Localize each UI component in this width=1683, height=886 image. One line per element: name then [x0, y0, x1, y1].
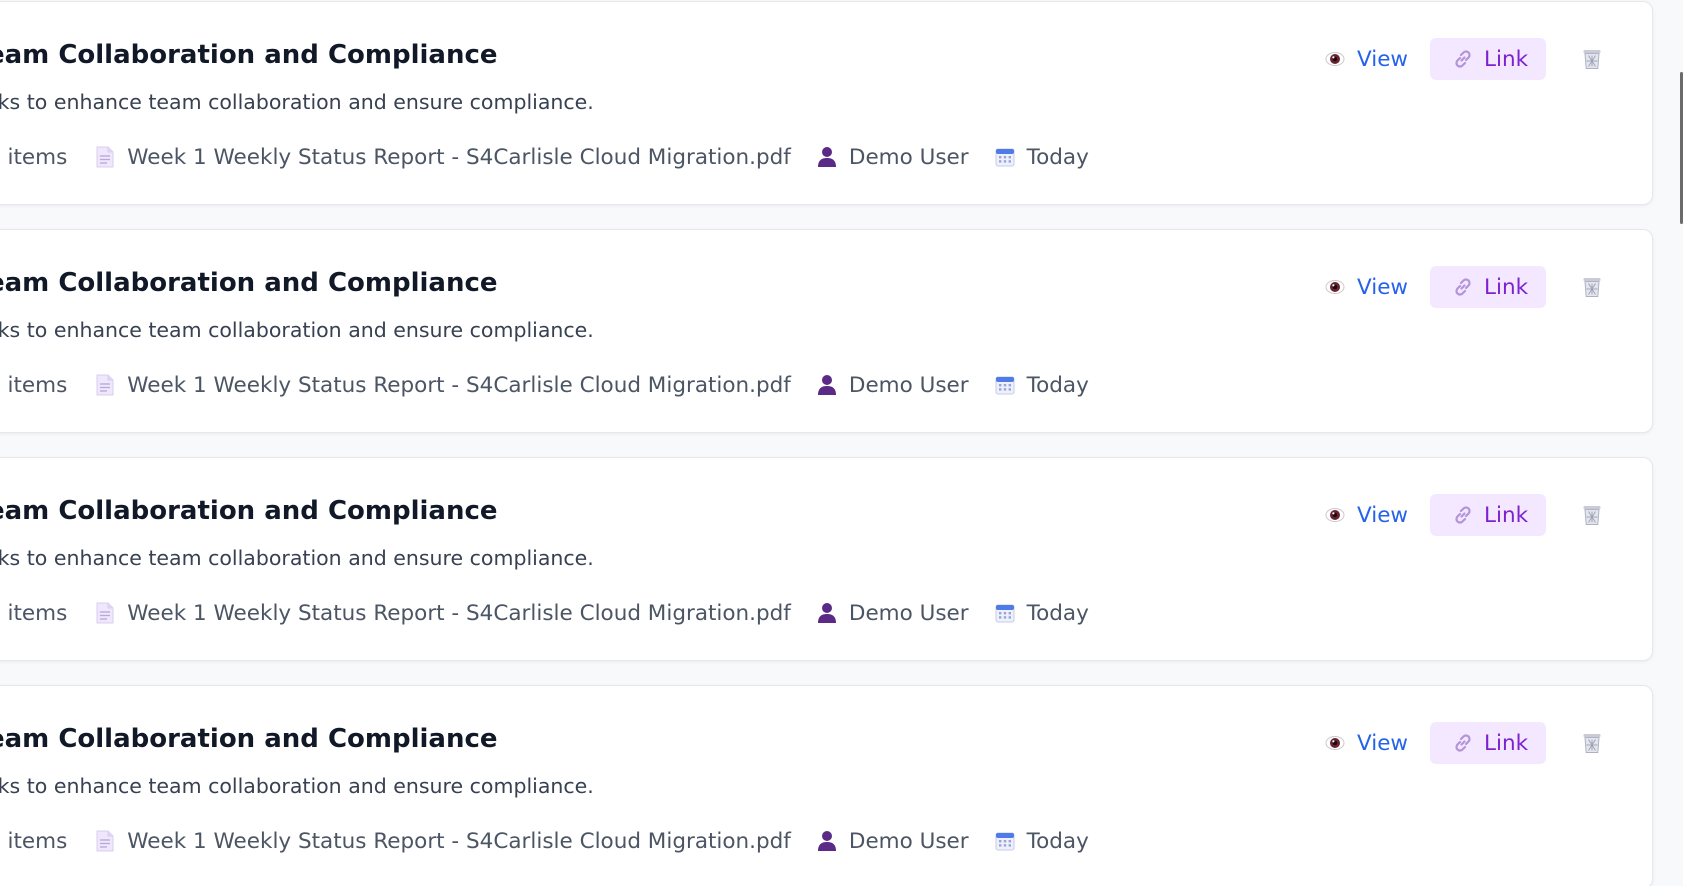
link-button[interactable]: Link	[1430, 38, 1547, 80]
link-icon	[1455, 50, 1471, 68]
item-count: 6 items	[0, 600, 68, 626]
card-title: eam Collaboration and Compliance	[0, 40, 498, 70]
user-name: Demo User	[848, 600, 969, 626]
view-button[interactable]: View	[1317, 722, 1416, 764]
item-count: 6 items	[0, 828, 68, 854]
date-meta: Today	[995, 145, 1089, 170]
list-item[interactable]: eam Collaboration and Compliance sks to …	[0, 685, 1653, 886]
file-name: Week 1 Weekly Status Report - S4Carlisle…	[127, 144, 791, 170]
view-label: View	[1357, 730, 1409, 756]
eye-icon	[1325, 736, 1345, 750]
card-actions: View Link	[1317, 722, 1612, 764]
view-button[interactable]: View	[1317, 494, 1416, 536]
calendar-icon	[995, 604, 1015, 623]
file-meta[interactable]: Week 1 Weekly Status Report - S4Carlisle…	[95, 601, 791, 626]
card-actions: View Link	[1317, 494, 1612, 536]
user-meta: Demo User	[817, 829, 969, 854]
date-text: Today	[1026, 144, 1089, 170]
user-meta: Demo User	[817, 145, 969, 170]
card-meta: 6 items Week 1 Weekly Status Report - S4…	[0, 370, 1089, 400]
view-label: View	[1357, 46, 1409, 72]
card-description: sks to enhance team collaboration and en…	[0, 90, 594, 114]
link-icon	[1455, 734, 1471, 752]
link-label: Link	[1484, 502, 1529, 528]
link-button[interactable]: Link	[1430, 722, 1547, 764]
trash-icon	[1583, 50, 1601, 69]
view-button[interactable]: View	[1317, 266, 1416, 308]
file-name: Week 1 Weekly Status Report - S4Carlisle…	[127, 828, 791, 854]
list-item[interactable]: eam Collaboration and Compliance sks to …	[0, 1, 1653, 205]
item-count: 6 items	[0, 144, 68, 170]
card-title: eam Collaboration and Compliance	[0, 496, 498, 526]
view-label: View	[1357, 274, 1409, 300]
file-meta[interactable]: Week 1 Weekly Status Report - S4Carlisle…	[95, 829, 791, 854]
user-name: Demo User	[848, 144, 969, 170]
view-label: View	[1357, 502, 1409, 528]
date-meta: Today	[995, 829, 1089, 854]
user-icon	[817, 375, 836, 395]
saved-items-page: eam Collaboration and Compliance sks to …	[0, 0, 1683, 886]
user-name: Demo User	[848, 372, 969, 398]
user-name: Demo User	[848, 828, 969, 854]
list-item[interactable]: eam Collaboration and Compliance sks to …	[0, 229, 1653, 433]
card-description: sks to enhance team collaboration and en…	[0, 318, 594, 342]
document-icon	[96, 374, 114, 396]
card-actions: View Link	[1317, 266, 1612, 308]
link-label: Link	[1484, 730, 1529, 756]
delete-button[interactable]	[1572, 266, 1612, 308]
link-icon	[1455, 506, 1471, 524]
card-list: eam Collaboration and Compliance sks to …	[0, 1, 1653, 886]
document-icon	[96, 602, 114, 624]
file-name: Week 1 Weekly Status Report - S4Carlisle…	[127, 372, 791, 398]
date-meta: Today	[995, 373, 1089, 398]
trash-icon	[1583, 734, 1601, 753]
link-button[interactable]: Link	[1430, 266, 1547, 308]
card-meta: 6 items Week 1 Weekly Status Report - S4…	[0, 142, 1089, 172]
date-text: Today	[1026, 828, 1089, 854]
delete-button[interactable]	[1572, 494, 1612, 536]
file-meta[interactable]: Week 1 Weekly Status Report - S4Carlisle…	[95, 145, 791, 170]
link-icon	[1455, 278, 1471, 296]
calendar-icon	[995, 832, 1015, 851]
link-button[interactable]: Link	[1430, 494, 1547, 536]
user-icon	[817, 147, 836, 167]
date-text: Today	[1026, 372, 1089, 398]
view-button[interactable]: View	[1317, 38, 1416, 80]
card-meta: 6 items Week 1 Weekly Status Report - S4…	[0, 826, 1089, 856]
document-icon	[96, 830, 114, 852]
user-meta: Demo User	[817, 373, 969, 398]
card-actions: View Link	[1317, 38, 1612, 80]
trash-icon	[1583, 278, 1601, 297]
trash-icon	[1583, 506, 1601, 525]
calendar-icon	[995, 148, 1015, 167]
list-item[interactable]: eam Collaboration and Compliance sks to …	[0, 457, 1653, 661]
card-description: sks to enhance team collaboration and en…	[0, 546, 594, 570]
date-text: Today	[1026, 600, 1089, 626]
delete-button[interactable]	[1572, 722, 1612, 764]
user-icon	[817, 831, 836, 851]
document-icon	[96, 146, 114, 168]
link-label: Link	[1484, 46, 1529, 72]
delete-button[interactable]	[1572, 38, 1612, 80]
item-count: 6 items	[0, 372, 68, 398]
user-meta: Demo User	[817, 601, 969, 626]
card-description: sks to enhance team collaboration and en…	[0, 774, 594, 798]
file-name: Week 1 Weekly Status Report - S4Carlisle…	[127, 600, 791, 626]
link-label: Link	[1484, 274, 1529, 300]
file-meta[interactable]: Week 1 Weekly Status Report - S4Carlisle…	[95, 373, 791, 398]
calendar-icon	[995, 376, 1015, 395]
eye-icon	[1325, 280, 1345, 294]
date-meta: Today	[995, 601, 1089, 626]
eye-icon	[1325, 508, 1345, 522]
card-title: eam Collaboration and Compliance	[0, 724, 498, 754]
eye-icon	[1325, 52, 1345, 66]
card-title: eam Collaboration and Compliance	[0, 268, 498, 298]
card-meta: 6 items Week 1 Weekly Status Report - S4…	[0, 598, 1089, 628]
user-icon	[817, 603, 836, 623]
